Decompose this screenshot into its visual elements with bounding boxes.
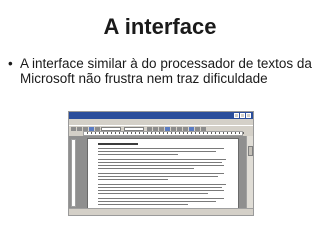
align-left-icon	[165, 126, 170, 131]
ruler-tick	[143, 132, 144, 134]
ruler-tick	[199, 132, 200, 134]
save-icon	[83, 126, 88, 131]
document-text-line	[98, 190, 224, 191]
ruler-tick	[119, 132, 120, 134]
ruler-tick	[151, 132, 152, 134]
ruler-tick	[155, 132, 156, 134]
bullet-item: • A interface similar à do processador d…	[8, 56, 314, 86]
document-workspace	[69, 136, 253, 209]
ruler-tick	[159, 132, 160, 134]
open-folder-icon	[77, 126, 82, 131]
word-processor-screenshot	[68, 111, 254, 216]
maximize-icon	[240, 113, 245, 118]
ruler-tick	[139, 132, 140, 134]
ruler-tick	[95, 132, 96, 134]
ruler-tick	[219, 132, 220, 134]
slide-title: A interface	[103, 14, 217, 39]
ruler-tick	[187, 132, 188, 134]
ruler-tick	[223, 132, 224, 134]
ruler-tick	[175, 132, 176, 134]
ruler-tick	[167, 132, 168, 134]
bold-icon	[147, 126, 152, 131]
underline-icon	[159, 126, 164, 131]
ruler-tick	[207, 132, 208, 134]
ruler-tick	[127, 132, 128, 134]
ruler-tick	[171, 132, 172, 134]
style-combo	[101, 126, 121, 131]
ruler-tick	[191, 132, 192, 134]
document-text-line	[98, 173, 224, 174]
vertical-ruler	[71, 139, 76, 207]
minimize-icon	[234, 113, 239, 118]
italic-icon	[153, 126, 158, 131]
new-document-icon	[71, 126, 76, 131]
font-combo	[124, 126, 144, 131]
ruler-tick	[111, 132, 112, 134]
bullet-text: A interface similar à do processador de …	[20, 56, 312, 86]
ruler-tick	[131, 132, 132, 134]
indent-icon	[195, 126, 200, 131]
ruler-tick	[179, 132, 180, 134]
document-text-line	[98, 165, 224, 166]
ruler-tick	[183, 132, 184, 134]
ruler-tick	[87, 132, 88, 134]
close-icon	[246, 113, 251, 118]
print-icon	[89, 126, 94, 131]
document-text-line	[98, 204, 188, 205]
document-text-line	[98, 179, 168, 180]
document-text-line	[98, 143, 138, 145]
document-text-line	[98, 176, 218, 177]
ruler-tick	[135, 132, 136, 134]
font-color-icon	[201, 126, 206, 131]
document-text-line	[98, 159, 226, 160]
document-text-line	[98, 198, 224, 199]
ruler-tick	[91, 132, 92, 134]
ruler-tick	[227, 132, 228, 134]
document-text-line	[98, 184, 226, 185]
ruler-tick	[123, 132, 124, 134]
document-text-line	[98, 162, 222, 163]
window-controls	[234, 113, 251, 118]
document-text-line	[98, 187, 222, 188]
ruler-tick	[215, 132, 216, 134]
ruler-tick	[99, 132, 100, 134]
ruler-tick	[203, 132, 204, 134]
status-bar	[69, 208, 253, 215]
document-text-line	[98, 154, 178, 155]
document-text-line	[98, 148, 224, 149]
slide: A interface • A interface similar à do p…	[0, 0, 320, 240]
ruler-tick	[163, 132, 164, 134]
ruler-tick	[231, 132, 232, 134]
document-text-line	[98, 201, 216, 202]
document-text-line	[98, 151, 216, 152]
align-right-icon	[177, 126, 182, 131]
spellcheck-icon	[95, 126, 100, 131]
document-text-line	[98, 168, 194, 169]
window-title-bar	[69, 112, 253, 119]
bullet-marker: •	[8, 56, 13, 71]
ruler-tick	[115, 132, 116, 134]
document-page	[87, 138, 239, 209]
ruler-tick	[147, 132, 148, 134]
ruler-tick	[235, 132, 236, 134]
ruler-tick	[107, 132, 108, 134]
ruler-tick	[239, 132, 240, 134]
ruler-tick	[243, 132, 244, 134]
ruler-tick	[211, 132, 212, 134]
scrollbar-thumb	[248, 146, 253, 156]
ruler-tick	[195, 132, 196, 134]
bullets-icon	[189, 126, 194, 131]
align-center-icon	[171, 126, 176, 131]
ruler-tick	[103, 132, 104, 134]
justify-icon	[183, 126, 188, 131]
document-text-line	[98, 193, 208, 194]
vertical-scrollbar	[246, 136, 253, 209]
